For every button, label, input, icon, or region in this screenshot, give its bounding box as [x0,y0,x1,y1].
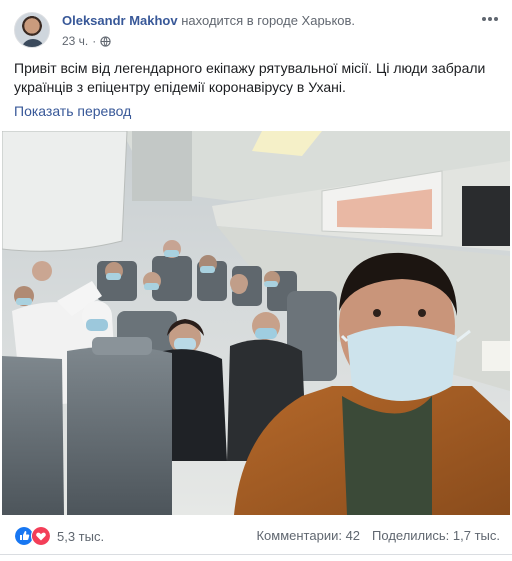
facebook-post: Oleksandr Makhov находится в городе Харь… [0,0,512,561]
airplane-cabin-selfie-image [2,131,510,515]
post-footer: 5,3 тыс. Комментарии: 42 Поделились: 1,7… [0,518,512,555]
post-text: Привіт всім від легендарного екіпажу рят… [14,60,486,95]
post-time[interactable]: 23 ч. [62,34,88,48]
love-icon [31,526,51,546]
shares-count[interactable]: Поделились: 1,7 тыс. [372,528,500,543]
author-avatar[interactable] [14,12,50,48]
post-header: Oleksandr Makhov находится в городе Харь… [12,10,502,52]
post-meta: 23 ч. · [62,34,111,48]
post-stats: Комментарии: 42 Поделились: 1,7 тыс. [256,528,500,543]
reactions-summary[interactable]: 5,3 тыс. [14,526,104,546]
more-options-icon[interactable] [480,12,500,26]
post-photo[interactable] [2,131,510,515]
author-name[interactable]: Oleksandr Makhov [62,13,178,28]
reaction-count: 5,3 тыс. [57,528,105,544]
meta-separator: · [92,34,97,48]
location-text: находится в городе Харьков. [181,13,356,28]
globe-icon[interactable] [100,35,111,47]
comments-count[interactable]: Комментарии: 42 [256,528,360,543]
author-line: Oleksandr Makhov находится в городе Харь… [62,13,355,28]
show-translation-link[interactable]: Показать перевод [14,103,131,119]
